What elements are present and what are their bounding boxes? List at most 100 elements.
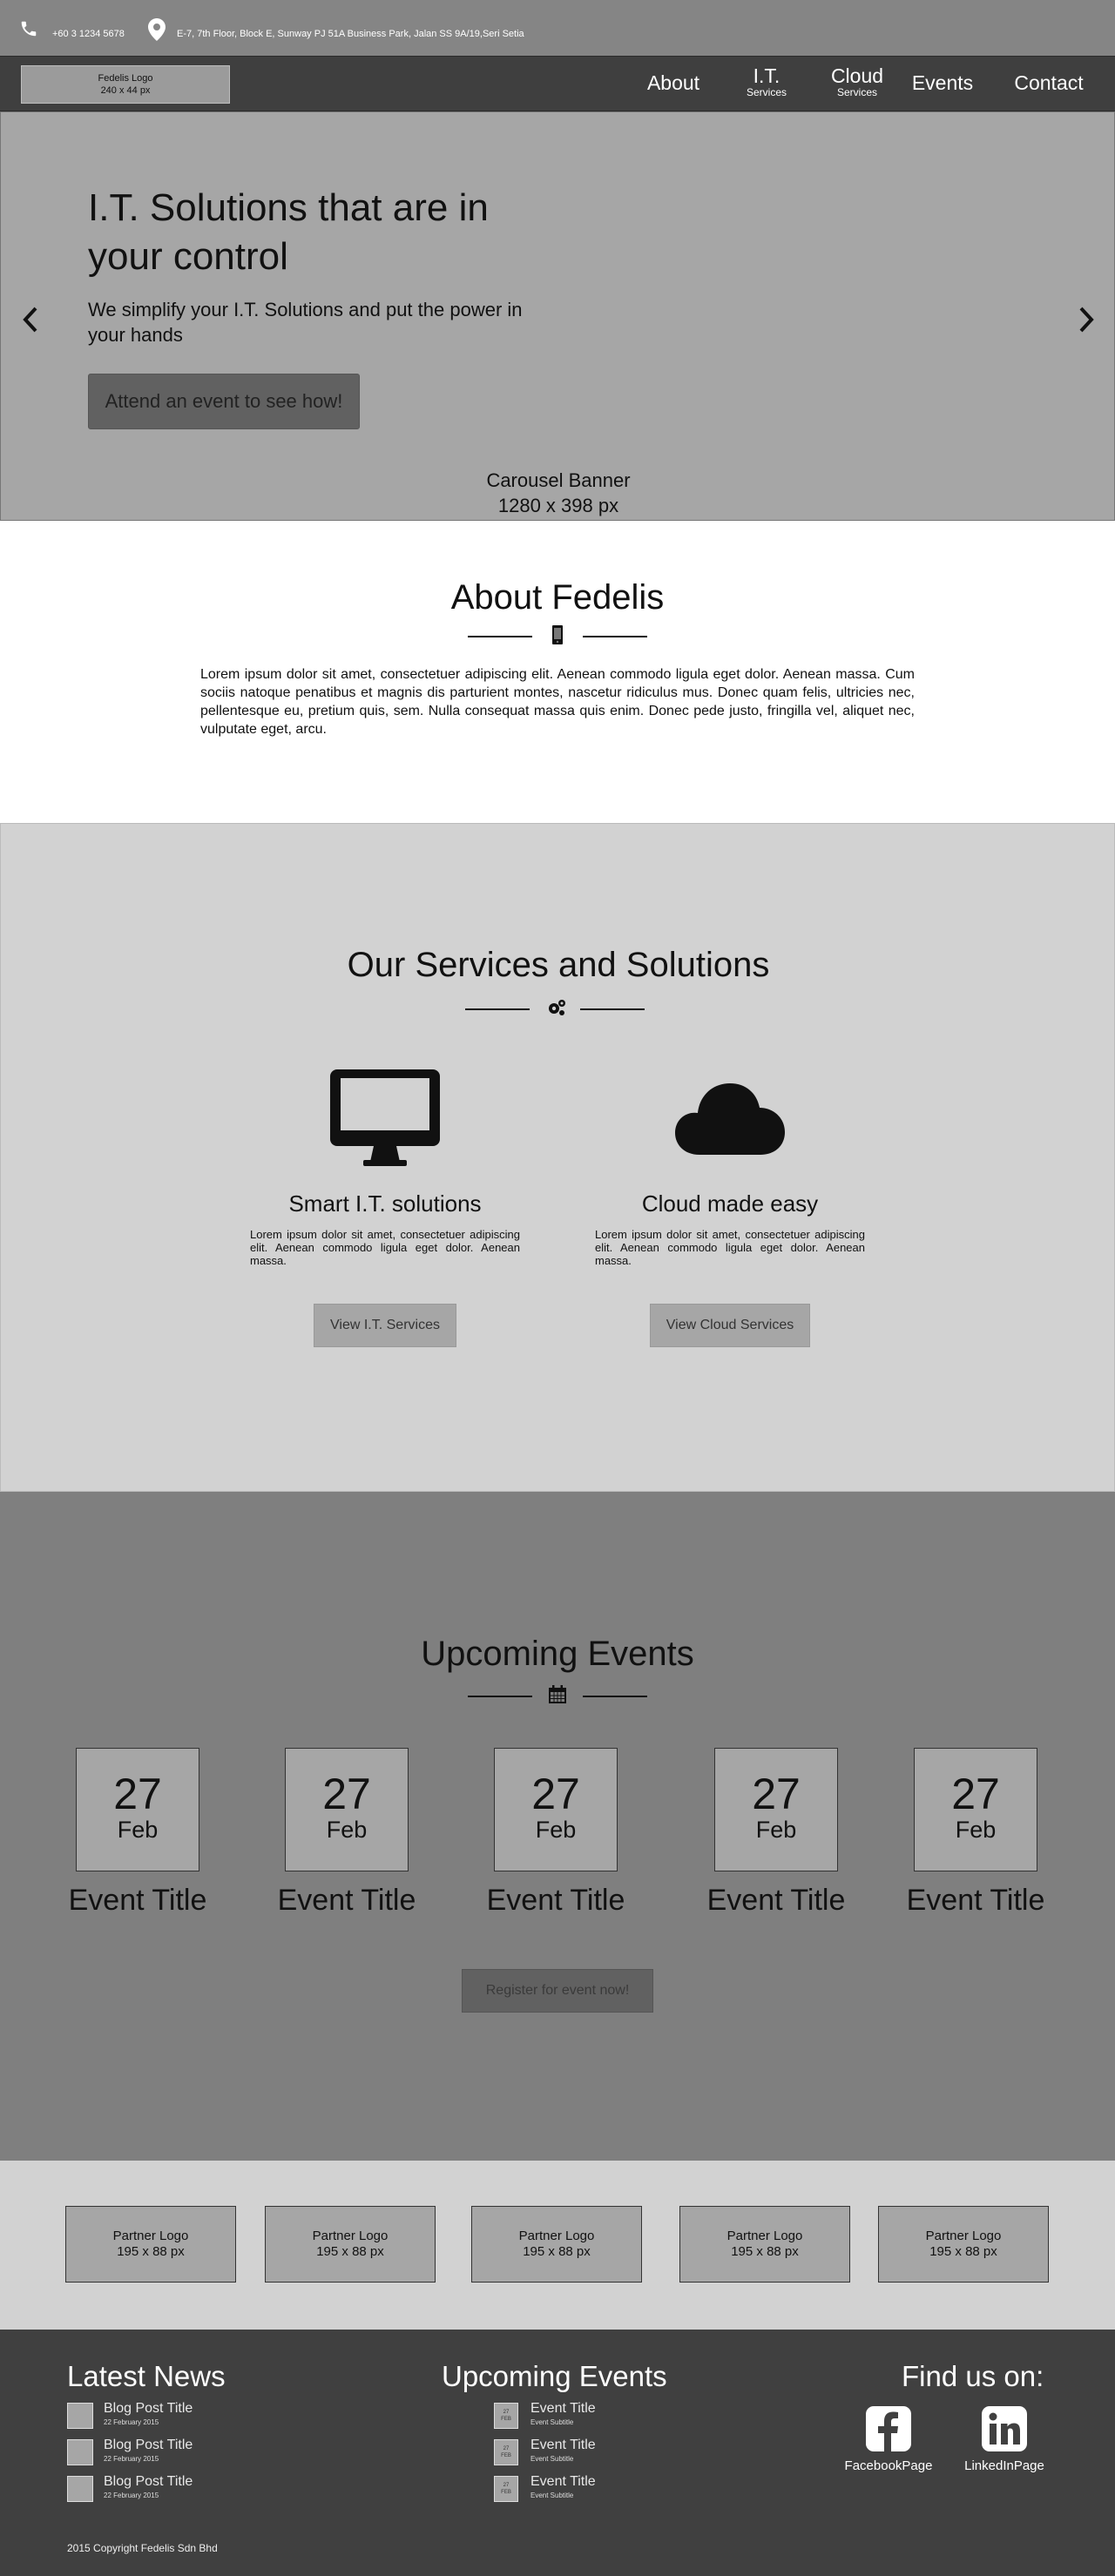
carousel-banner: I.T. Solutions that are in your control … <box>0 111 1115 521</box>
partner-logo-label: Partner Logo <box>925 2229 1002 2243</box>
linkedin-link[interactable]: LinkedInPage <box>956 2406 1052 2473</box>
event-month: Feb <box>326 1817 368 1843</box>
view-cloud-services-button[interactable]: View Cloud Services <box>649 1304 811 1347</box>
news-item[interactable]: Blog Post Title 22 February 2015 <box>67 2474 241 2504</box>
partner-logo[interactable]: Partner Logo 195 x 88 px <box>878 2206 1049 2283</box>
event-card[interactable]: 27 Feb Event Title <box>477 1748 634 1918</box>
event-month: Feb <box>535 1817 577 1843</box>
latest-news-heading: Latest News <box>67 2360 226 2392</box>
event-title: Event Title <box>68 1884 207 1917</box>
about-body-text: Lorem ipsum dolor sit amet, consectetuer… <box>200 667 915 737</box>
location-pin-icon <box>148 18 166 41</box>
site-footer: Latest News Blog Post Title 22 February … <box>0 2330 1115 2576</box>
site-logo[interactable]: Fedelis Logo 240 x 44 px <box>21 65 230 104</box>
footer-event-subtitle: Event Subtitle <box>530 2492 574 2499</box>
facebook-link[interactable]: FacebookPage <box>841 2406 936 2473</box>
logo-label: Fedelis Logo <box>98 73 153 84</box>
nav-item-it-services[interactable]: I.T. Services <box>732 65 801 98</box>
services-title: Our Services and Solutions <box>347 946 770 984</box>
nav-item-events[interactable]: Events <box>906 72 979 93</box>
nav-item-about[interactable]: About <box>639 72 708 93</box>
partner-logo-label: Partner Logo <box>726 2229 803 2243</box>
event-date-box: 27 Feb <box>714 1748 838 1871</box>
attend-event-button[interactable]: Attend an event to see how! <box>88 374 360 429</box>
event-date-box: 27 Feb <box>76 1748 199 1871</box>
event-day: 27 <box>951 1770 1000 1818</box>
event-title: Event Title <box>486 1884 625 1917</box>
footer-event-month: FEB <box>501 2490 511 2495</box>
nav-item-cloud-services[interactable]: Cloud Services <box>822 65 892 98</box>
service-description: Lorem ipsum dolor sit amet, consectetuer… <box>595 1228 865 1267</box>
banner-caption: Carousel Banner 1280 x 398 px <box>1 468 1115 518</box>
upcoming-events-section: Upcoming Events 27 Feb Event Title 27 Fe… <box>0 1492 1115 2161</box>
footer-event-item[interactable]: 27 FEB Event Title Event Subtitle <box>494 2474 651 2504</box>
phone-number: +60 3 1234 5678 <box>52 29 125 39</box>
partner-logo[interactable]: Partner Logo 195 x 88 px <box>265 2206 436 2283</box>
copyright-text: 2015 Copyright Fedelis Sdn Bhd <box>67 2542 218 2554</box>
footer-event-item[interactable]: 27 FEB Event Title Event Subtitle <box>494 2438 651 2467</box>
news-item[interactable]: Blog Post Title 22 February 2015 <box>67 2401 241 2431</box>
footer-event-subtitle: Event Subtitle <box>530 2455 574 2463</box>
footer-event-date-box: 27 FEB <box>494 2476 518 2502</box>
partner-logo-label: Partner Logo <box>312 2229 389 2243</box>
hero-subtitle: We simplify your I.T. Solutions and put … <box>88 299 523 346</box>
event-card[interactable]: 27 Feb Event Title <box>59 1748 216 1918</box>
event-month: Feb <box>755 1817 797 1843</box>
footer-events-heading: Upcoming Events <box>442 2360 667 2392</box>
nav-item-label: Cloud <box>830 64 884 87</box>
nav-item-label: Events <box>911 71 974 94</box>
facebook-icon <box>866 2406 911 2451</box>
event-month: Feb <box>117 1817 159 1843</box>
event-card[interactable]: 27 Feb Event Title <box>268 1748 425 1918</box>
about-divider <box>0 624 1115 650</box>
event-card[interactable]: 27 Feb Event Title <box>698 1748 855 1918</box>
event-day: 27 <box>752 1770 801 1818</box>
footer-event-month: FEB <box>501 2417 511 2422</box>
nav-item-sublabel: Services <box>746 86 787 98</box>
view-it-services-button[interactable]: View I.T. Services <box>314 1304 456 1347</box>
footer-event-item[interactable]: 27 FEB Event Title Event Subtitle <box>494 2401 651 2431</box>
main-navigation: Fedelis Logo 240 x 44 px About I.T. Serv… <box>0 56 1115 111</box>
footer-event-title: Event Title <box>530 2401 596 2416</box>
event-date-box: 27 Feb <box>914 1748 1037 1871</box>
event-card[interactable]: 27 Feb Event Title <box>897 1748 1054 1918</box>
news-date: 22 February 2015 <box>104 2492 159 2499</box>
carousel-next-arrow-icon[interactable] <box>1076 306 1097 334</box>
event-date-box: 27 Feb <box>285 1748 409 1871</box>
partners-section: Partner Logo 195 x 88 px Partner Logo 19… <box>0 2161 1115 2330</box>
event-title: Event Title <box>906 1884 1045 1917</box>
partner-logo-label: Partner Logo <box>518 2229 595 2243</box>
find-us-heading: Find us on: <box>902 2360 1044 2392</box>
event-title: Event Title <box>277 1884 416 1917</box>
services-divider <box>1 996 1115 1022</box>
nav-item-label: About <box>646 71 700 94</box>
service-description: Lorem ipsum dolor sit amet, consectetuer… <box>250 1228 520 1267</box>
partner-logo-size: 195 x 88 px <box>117 2244 185 2259</box>
phone-device-icon <box>552 625 563 644</box>
carousel-prev-arrow-icon[interactable] <box>20 306 41 334</box>
event-day: 27 <box>113 1770 162 1818</box>
partner-logo[interactable]: Partner Logo 195 x 88 px <box>679 2206 850 2283</box>
footer-event-title: Event Title <box>530 2438 596 2452</box>
footer-event-date-box: 27 FEB <box>494 2439 518 2465</box>
news-thumbnail <box>67 2476 93 2502</box>
footer-event-day: 27 <box>503 2483 510 2488</box>
linkedin-label: LinkedInPage <box>964 2458 1044 2473</box>
event-month: Feb <box>955 1817 997 1843</box>
partner-logo[interactable]: Partner Logo 195 x 88 px <box>471 2206 642 2283</box>
register-event-button[interactable]: Register for event now! <box>462 1969 653 2013</box>
news-item[interactable]: Blog Post Title 22 February 2015 <box>67 2438 241 2467</box>
news-thumbnail <box>67 2403 93 2429</box>
cloud-icon <box>675 1083 785 1155</box>
events-divider <box>0 1683 1115 1709</box>
partner-logo-size: 195 x 88 px <box>731 2244 799 2259</box>
monitor-icon <box>330 1069 440 1166</box>
news-title: Blog Post Title <box>104 2474 193 2489</box>
logo-size-label: 240 x 44 px <box>100 85 151 96</box>
footer-event-day: 27 <box>503 2446 510 2451</box>
about-section: About Fedelis Lorem ipsum dolor sit amet… <box>0 521 1115 823</box>
nav-item-sublabel: Services <box>836 86 877 98</box>
partner-logo[interactable]: Partner Logo 195 x 88 px <box>65 2206 236 2283</box>
events-title: Upcoming Events <box>421 1635 694 1673</box>
nav-item-contact[interactable]: Contact <box>1005 72 1092 93</box>
